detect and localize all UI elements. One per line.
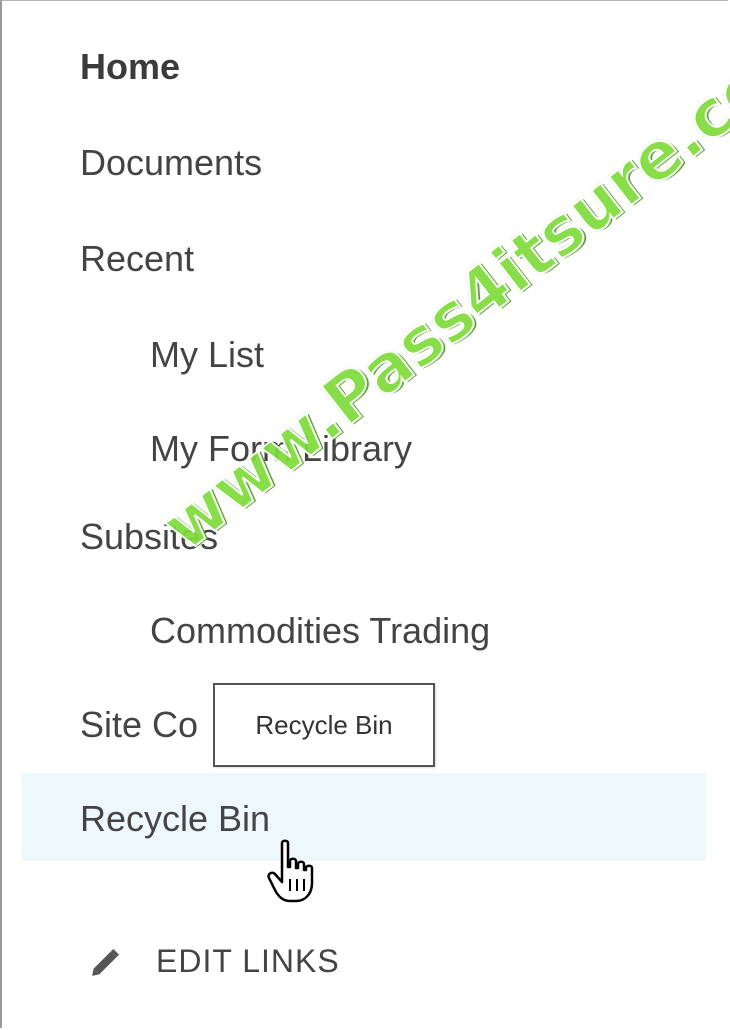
nav-item-recent[interactable]: Recent xyxy=(80,237,194,281)
tooltip-recycle-bin: Recycle Bin xyxy=(213,683,435,767)
nav-item-recycle-bin-row[interactable]: Recycle Bin xyxy=(22,773,706,861)
edit-links-button[interactable]: EDIT LINKS xyxy=(86,937,340,985)
nav-item-documents[interactable]: Documents xyxy=(80,141,262,185)
nav-item-recycle-bin[interactable]: Recycle Bin xyxy=(80,797,270,841)
hand-pointer-icon xyxy=(267,839,314,903)
nav-item-commodities-trading[interactable]: Commodities Trading xyxy=(150,609,490,653)
nav-item-site-contents[interactable]: Site Co xyxy=(80,703,198,747)
nav-item-my-list[interactable]: My List xyxy=(150,333,264,377)
pencil-icon xyxy=(92,948,120,976)
quick-launch-panel: Home Documents Recent My List My Form Li… xyxy=(0,0,730,1028)
nav-item-home[interactable]: Home xyxy=(80,45,180,89)
nav-item-subsites[interactable]: Subsites xyxy=(80,515,218,559)
nav-item-my-form-library[interactable]: My Form Library xyxy=(150,427,412,471)
quick-launch-nav: Home Documents Recent My List My Form Li… xyxy=(2,1,728,1028)
edit-links-label: EDIT LINKS xyxy=(156,942,340,979)
